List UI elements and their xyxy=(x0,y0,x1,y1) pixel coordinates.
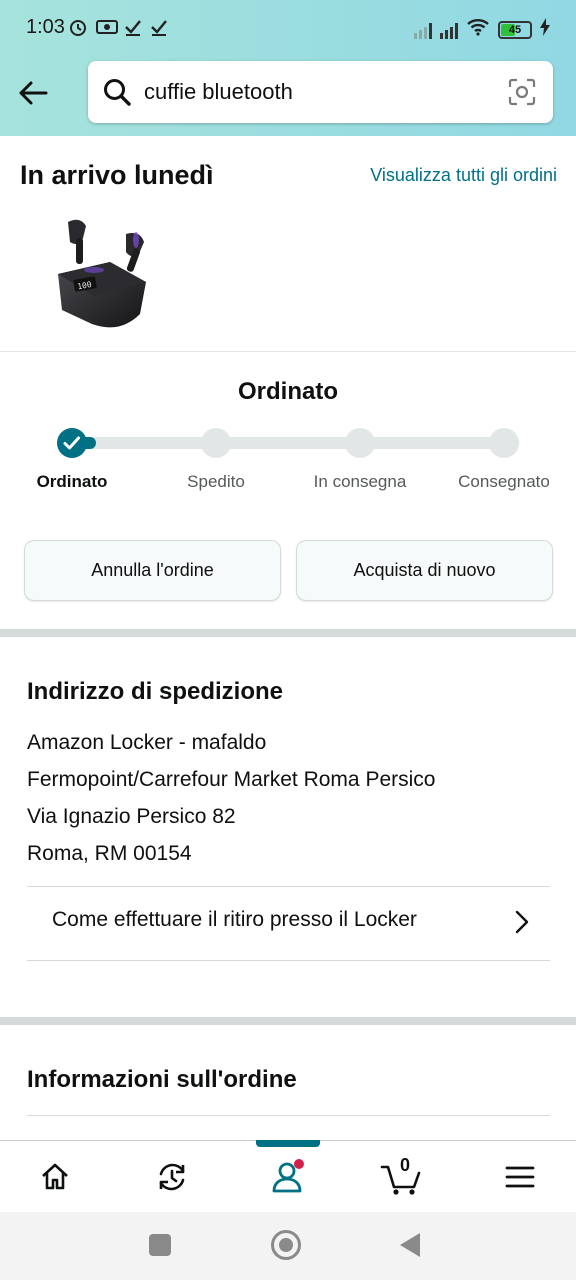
returns-icon xyxy=(159,1163,185,1191)
bottom-navigation: 0 xyxy=(0,1140,576,1212)
arrival-title: In arrivo lunedì xyxy=(20,160,214,190)
checkmark-icon xyxy=(63,436,80,450)
buy-again-button[interactable]: Acquista di nuovo xyxy=(296,540,553,601)
battery-icon: 45 xyxy=(498,20,532,39)
home-button[interactable] xyxy=(271,1230,301,1260)
system-back-button[interactable] xyxy=(400,1233,420,1257)
active-tab-indicator xyxy=(256,1140,320,1147)
account-icon xyxy=(272,1159,304,1193)
step-shipped-dot xyxy=(201,428,231,458)
step-label-out-for-delivery: In consegna xyxy=(313,472,407,491)
address-line: Roma, RM 00154 xyxy=(27,842,192,865)
status-system-icons: 45 xyxy=(414,18,550,41)
arrow-left-icon xyxy=(19,81,48,105)
back-button[interactable] xyxy=(16,76,50,110)
address-line: Via Ignazio Persico 82 xyxy=(27,805,236,828)
step-out-for-delivery-dot xyxy=(345,428,375,458)
status-bar: 1:03 45 xyxy=(0,0,576,56)
battery-level: 45 xyxy=(508,23,522,36)
menu-icon xyxy=(505,1166,535,1188)
nav-returns[interactable] xyxy=(137,1141,207,1213)
wifi-icon xyxy=(466,18,490,41)
address-line: Fermopoint/Carrefour Market Roma Persico xyxy=(27,768,436,791)
home-icon xyxy=(42,1163,68,1190)
chevron-right-icon xyxy=(510,909,532,935)
status-time: 1:03 xyxy=(26,16,65,38)
order-status-heading: Ordinato xyxy=(238,378,338,405)
signal-icon xyxy=(440,21,458,39)
app-header: 1:03 45 cuffie bluetooth xyxy=(0,0,576,136)
search-bar[interactable]: cuffie bluetooth xyxy=(88,61,553,123)
product-image[interactable]: 100 xyxy=(50,212,160,334)
step-label-ordered: Ordinato xyxy=(36,472,108,491)
cancel-order-button[interactable]: Annulla l'ordine xyxy=(24,540,281,601)
system-navigation-bar xyxy=(0,1212,576,1280)
alarm-icon xyxy=(68,17,88,42)
step-ordered-dot xyxy=(57,428,87,458)
search-input[interactable]: cuffie bluetooth xyxy=(144,79,293,105)
signal-icon xyxy=(414,21,432,39)
step-label-delivered: Consegnato xyxy=(458,472,550,491)
camera-search-icon[interactable] xyxy=(507,77,537,107)
section-divider xyxy=(0,1017,576,1025)
order-info-title: Informazioni sull'ordine xyxy=(27,1066,297,1093)
address-line: Amazon Locker - mafaldo xyxy=(27,731,267,754)
progress-track xyxy=(72,437,505,449)
check-icon xyxy=(124,17,142,42)
section-divider xyxy=(0,351,576,352)
cart-count: 0 xyxy=(399,1155,410,1175)
locker-pickup-link[interactable]: Come effettuare il ritiro presso il Lock… xyxy=(52,908,417,932)
nav-account[interactable] xyxy=(253,1141,323,1213)
step-label-shipped: Spedito xyxy=(187,472,245,491)
nav-home[interactable] xyxy=(20,1141,90,1213)
row-divider xyxy=(27,1115,550,1116)
row-divider xyxy=(27,960,550,961)
nav-cart[interactable]: 0 xyxy=(367,1141,437,1213)
section-divider xyxy=(0,629,576,637)
charging-icon xyxy=(540,18,550,41)
nav-menu[interactable] xyxy=(485,1141,555,1213)
view-all-orders-link[interactable]: Visualizza tutti gli ordini xyxy=(367,162,557,188)
recents-button[interactable] xyxy=(149,1234,171,1256)
shipping-address-title: Indirizzo di spedizione xyxy=(27,678,284,705)
step-delivered-dot xyxy=(489,428,519,458)
money-icon xyxy=(96,17,118,42)
search-icon xyxy=(102,77,132,107)
check-icon xyxy=(150,17,168,42)
